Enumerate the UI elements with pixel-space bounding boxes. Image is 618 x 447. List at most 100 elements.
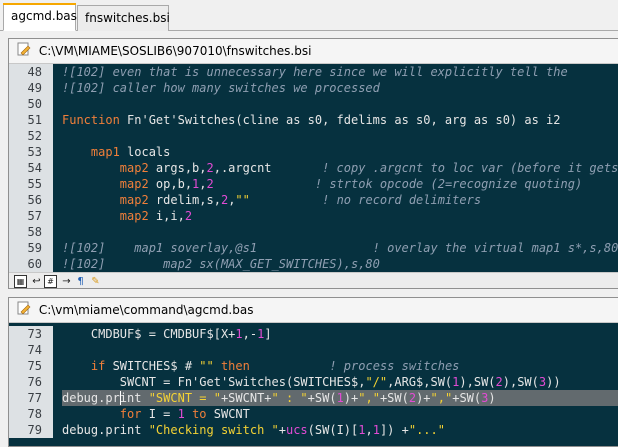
code-line[interactable]: 79 debug.print "Checking switch "+ucs(SW(…: [9, 422, 618, 438]
code-token: +SW(: [307, 391, 337, 405]
code-text: ![102] map1 soverlay,@s1 ! overlay the v…: [62, 240, 618, 256]
code-text: SWCNT = Fn'Get'Switches(SWITCHES$,"/",AR…: [62, 374, 561, 390]
code-token: 2: [184, 209, 193, 223]
code-token: ! copy .argcnt to loc var (before it get…: [322, 161, 618, 175]
code-token: SWITCHES$ #: [112, 359, 200, 373]
edit-document-icon: [17, 299, 31, 323]
code-token: )+: [416, 391, 431, 405]
code-token: (SW(I)[: [307, 423, 359, 437]
code-token: 2: [206, 161, 214, 175]
code-line[interactable]: 56 map2 rdelim,s,2,"" ! no record delimi…: [9, 192, 618, 208]
line-number: 60: [9, 256, 53, 272]
word-wrap-icon[interactable]: ↩: [30, 275, 43, 288]
code-token: Function: [62, 113, 128, 127]
tab-arrow-icon[interactable]: →: [60, 275, 73, 288]
code-text: map2 op,b,1,2 ! strtok opcode (2=recogni…: [62, 176, 582, 192]
line-number: 77: [9, 390, 53, 406]
code-line[interactable]: 75 if SWITCHES$ # "" then ! process swit…: [9, 358, 618, 374]
code-token: "": [235, 193, 250, 207]
code-token: +SW(: [452, 391, 482, 405]
code-token: 2: [495, 375, 503, 389]
code-line[interactable]: 52: [9, 128, 618, 144]
active-tab-indicator: [3, 3, 76, 5]
code-editor[interactable]: 48 ![102] even that is unnecessary here s…: [9, 64, 618, 272]
pencil-icon[interactable]: ✎: [89, 275, 102, 288]
code-token: to: [184, 407, 214, 421]
code-line[interactable]: 60 ![102] map2 sx(MAX_GET_SWITCHES),s,80: [9, 256, 618, 272]
line-number: 56: [9, 192, 53, 208]
code-line[interactable]: 55 map2 op,b,1,2 ! strtok opcode (2=reco…: [9, 176, 618, 192]
hash-icon[interactable]: #: [44, 275, 57, 288]
pilcrow-icon[interactable]: ¶: [74, 275, 87, 288]
code-token: ![102] even that is unnecessary here sin…: [62, 65, 568, 79]
line-number: 78: [9, 406, 53, 422]
code-token: ),SW(: [502, 375, 539, 389]
code-editor[interactable]: 73 CMDBUF$ = CMDBUF$[X+1,-1] 74 75 if SWIT…: [9, 323, 618, 446]
line-number: 73: [9, 326, 53, 342]
code-token: then: [213, 359, 250, 373]
code-token: map2: [62, 209, 156, 223]
code-token: ! no record delimiters: [322, 193, 482, 207]
code-line[interactable]: 74: [9, 342, 618, 358]
code-token: 1: [372, 423, 380, 437]
code-line[interactable]: 50: [9, 96, 618, 112]
code-token: args,b,: [155, 161, 207, 175]
code-line[interactable]: 77 debug.print "SWCNT = "+SWCNT+" : "+SW(…: [9, 390, 618, 406]
code-token: ),SW(: [459, 375, 496, 389]
code-token: ,: [365, 423, 373, 437]
code-line[interactable]: 54 map2 args,b,2,.argcnt ! copy .argcnt …: [9, 160, 618, 176]
code-token: ![102] map2 sx(MAX_GET_SWITCHES),s,80: [62, 257, 380, 271]
code-line[interactable]: 57 map2 i,i,2: [9, 208, 618, 224]
line-number: 52: [9, 128, 53, 144]
pane-status-toolbar: ▦ ↩ # → ¶ ✎: [9, 272, 618, 288]
code-token: debug.print: [62, 423, 149, 437]
code-text: map2 rdelim,s,2,"" ! no record delimiter…: [62, 192, 481, 208]
line-number: 75: [9, 358, 53, 374]
code-text: map1 locals: [62, 144, 171, 160]
line-number: 59: [9, 240, 53, 256]
code-line[interactable]: 53 map1 locals: [9, 144, 618, 160]
tab-label: agcmd.bas: [11, 9, 77, 23]
line-number: 57: [9, 208, 53, 224]
code-token: ,: [199, 177, 207, 191]
code-token: ,.argcnt: [213, 161, 323, 175]
code-token: ): [488, 391, 496, 405]
code-token: ",": [430, 391, 453, 405]
code-token: ,-: [242, 327, 258, 341]
tab-agcmd-bas[interactable]: agcmd.bas: [3, 3, 77, 31]
tab-fnswitches-bsi[interactable]: fnswitches.bsi: [77, 5, 170, 31]
tab-label: fnswitches.bsi: [85, 11, 170, 25]
code-token: +SW(: [379, 391, 409, 405]
code-text: Function Fn'Get'Switches(cline as s0, fd…: [62, 112, 561, 128]
code-token: debug.print: [62, 391, 149, 405]
code-text: map2 i,i,2: [62, 208, 192, 224]
code-token: ![102] caller how many switches we proce…: [62, 81, 380, 95]
file-path: C:\vm\miame\command\agcmd.bas: [38, 303, 254, 317]
code-token: 2: [206, 177, 214, 191]
code-token: for: [62, 407, 149, 421]
code-token: )): [546, 375, 561, 389]
code-line[interactable]: 73 CMDBUF$ = CMDBUF$[X+1,-1]: [9, 326, 618, 342]
line-number: 74: [9, 342, 53, 358]
editor-mode-icon[interactable]: ▦: [14, 275, 27, 288]
code-line[interactable]: 59 ![102] map1 soverlay,@s1 ! overlay the…: [9, 240, 618, 256]
code-token: rdelim,s,: [155, 193, 221, 207]
code-line[interactable]: 58: [9, 224, 618, 240]
code-token: i,i,: [155, 209, 185, 223]
code-line[interactable]: 76 SWCNT = Fn'Get'Switches(SWITCHES$,"/"…: [9, 374, 618, 390]
editor-pane-agcmd: C:\vm\miame\command\agcmd.bas 73 CMDBUF$…: [8, 297, 618, 447]
line-number: 54: [9, 160, 53, 176]
code-token: 2: [408, 391, 417, 405]
code-text: CMDBUF$ = CMDBUF$[X+1,-1]: [62, 326, 272, 342]
code-token: " : ": [271, 391, 308, 405]
code-token: CMDBUF$ = CMDBUF$[X+: [62, 327, 236, 341]
code-token: 1: [336, 391, 344, 405]
code-token: ucs: [285, 423, 308, 437]
code-line[interactable]: 49 ![102] caller how many switches we pro…: [9, 80, 618, 96]
code-line[interactable]: 78 for I = 1 to SWCNT: [9, 406, 618, 422]
line-number: 58: [9, 224, 53, 240]
code-line[interactable]: 51 Function Fn'Get'Switches(cline as s0, …: [9, 112, 618, 128]
code-line[interactable]: 48 ![102] even that is unnecessary here s…: [9, 64, 618, 80]
code-token: Fn'Get'Switches(cline as s0, fdelims as …: [127, 113, 561, 127]
